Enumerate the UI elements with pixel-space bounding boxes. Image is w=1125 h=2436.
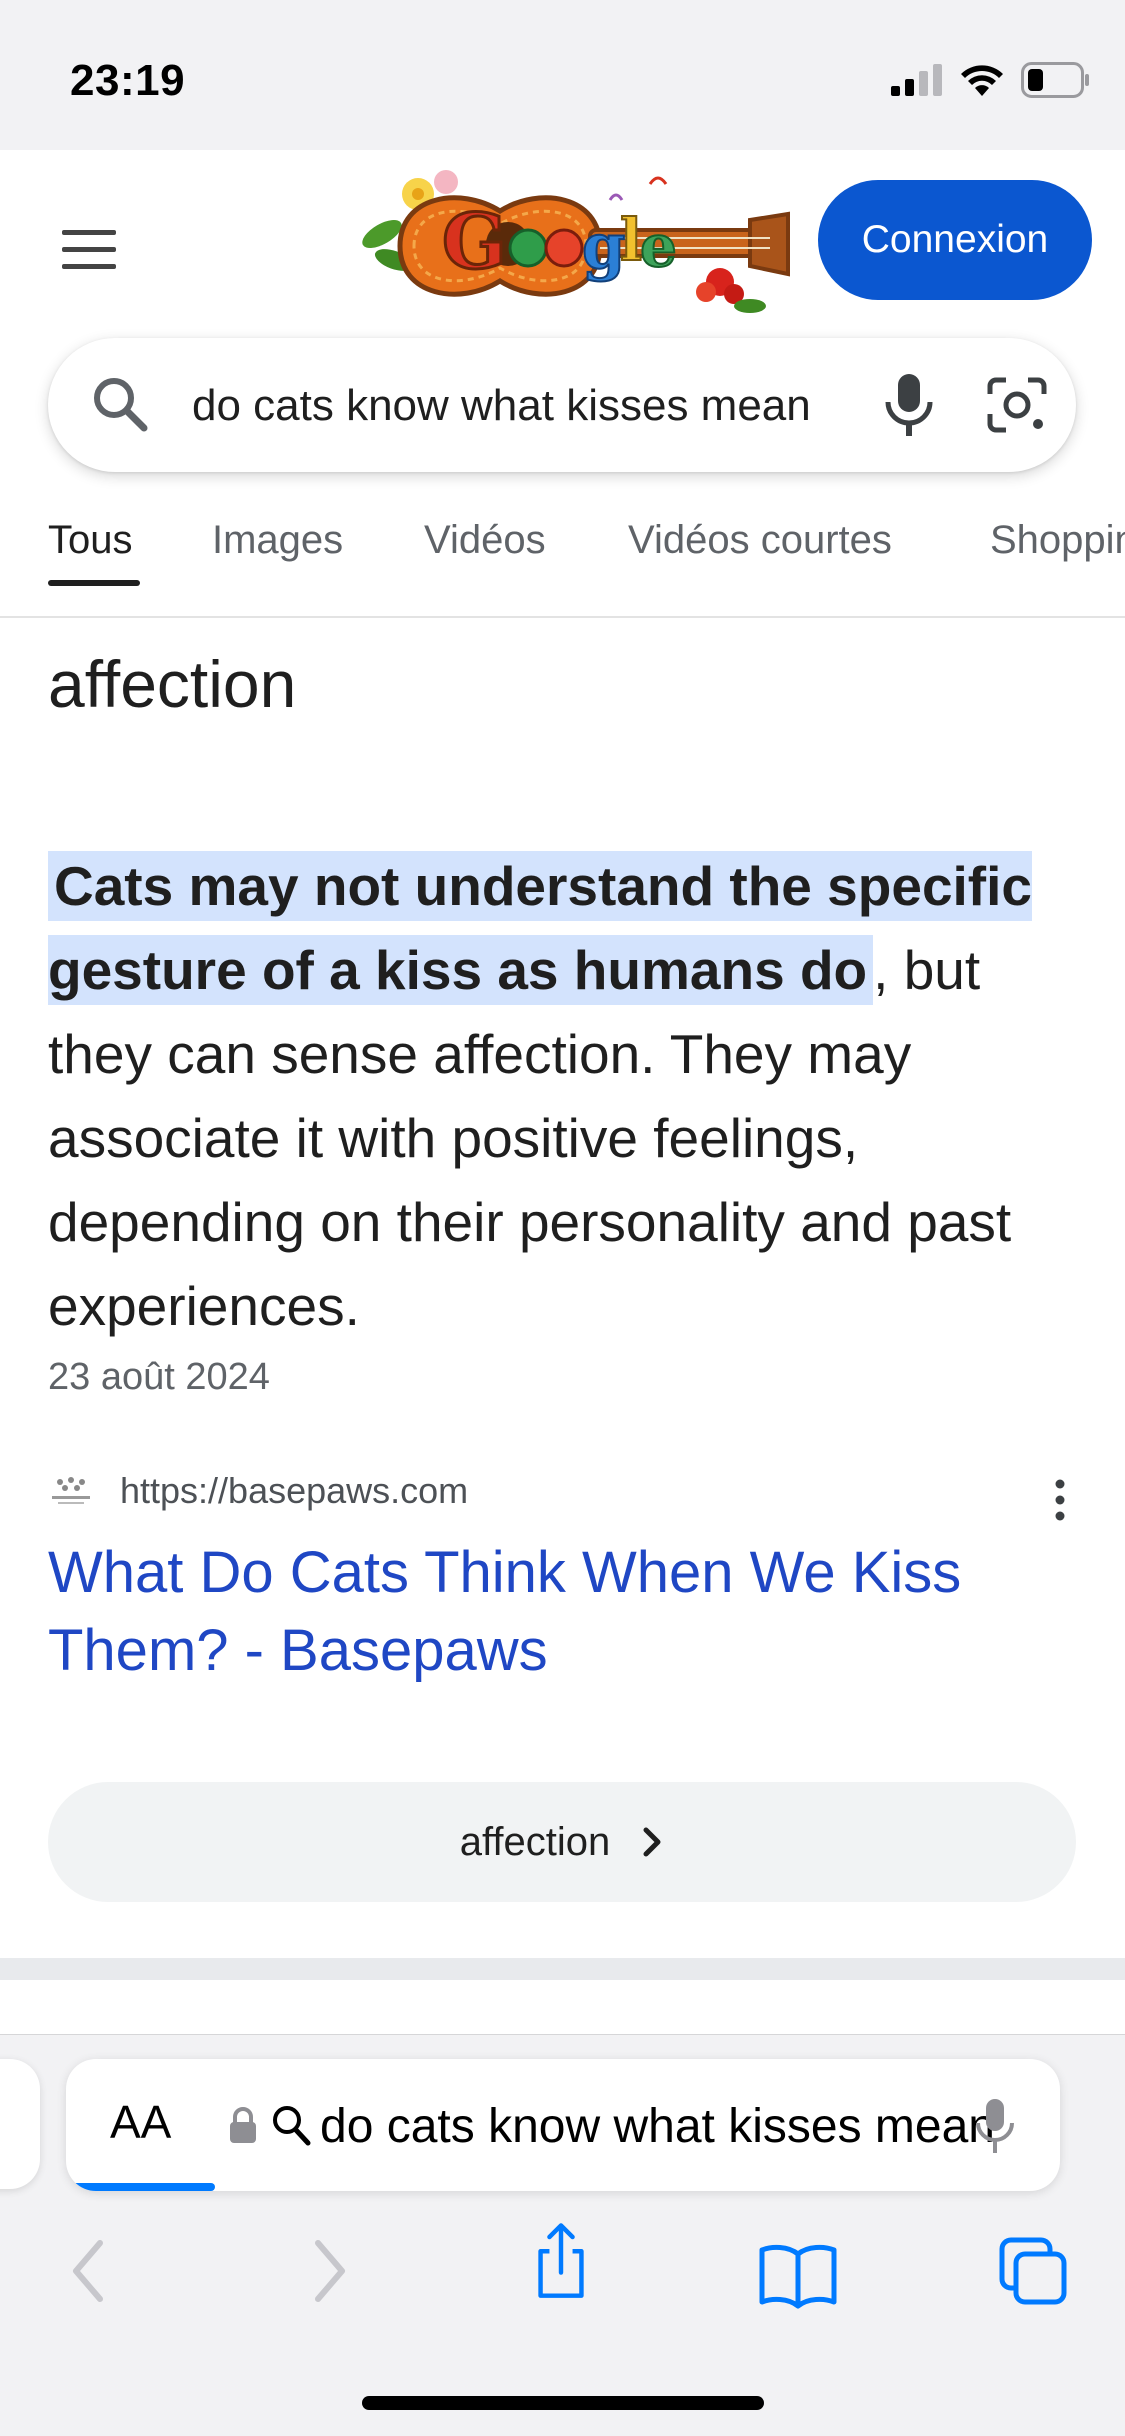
search-button[interactable] [88, 372, 154, 438]
status-bar: 23:19 [0, 0, 1125, 150]
back-icon[interactable] [64, 2231, 114, 2311]
menu-icon [62, 230, 116, 269]
search-input[interactable]: do cats know what kisses mean [192, 378, 838, 434]
google-lens-icon [987, 377, 1047, 433]
chip-label: affection [459, 1819, 611, 1864]
search-box[interactable]: do cats know what kisses mean [48, 338, 1076, 472]
section-divider [0, 1958, 1125, 1980]
active-tab-indicator [48, 580, 140, 586]
home-indicator [362, 2396, 764, 2410]
site-favicon [48, 1474, 94, 1508]
safari-address-bar[interactable]: AA do cats know what kisses mean [66, 2059, 1060, 2191]
source-url[interactable]: https://basepaws.com [120, 1470, 468, 1512]
menu-button[interactable] [50, 216, 130, 286]
basepaws-logo-icon [52, 1477, 90, 1504]
result-title-link[interactable]: What Do Cats Think When We Kiss Them? - … [48, 1534, 1088, 1690]
aa-label: AA [110, 2096, 172, 2148]
tab-tous[interactable]: Tous [48, 518, 133, 563]
result-options-button[interactable] [1040, 1476, 1080, 1526]
address-text[interactable]: do cats know what kisses mean [320, 2099, 994, 2155]
voice-search-button[interactable] [874, 368, 944, 442]
battery-icon [1021, 62, 1089, 98]
snippet-date: 23 août 2024 [48, 1356, 270, 1398]
safari-toolbar: AA do cats know what kisses mean [0, 2034, 1125, 2436]
snippet-heading: affection [48, 647, 297, 721]
forward-icon[interactable] [304, 2231, 354, 2311]
mic-icon [885, 374, 933, 436]
wifi-icon [961, 65, 1003, 96]
tab-videos[interactable]: Vidéos [424, 518, 546, 563]
cellular-signal-icon [891, 64, 942, 96]
page-load-progress [66, 2183, 216, 2191]
svg-text:g: g [582, 210, 625, 283]
status-icons [891, 60, 1091, 100]
tab-shopping[interactable]: Shopping [990, 518, 1125, 563]
tabs-icon[interactable] [996, 2231, 1070, 2311]
address-mic-icon[interactable] [970, 2095, 1020, 2159]
google-doodle-logo[interactable]: G g l e [350, 156, 790, 326]
status-time: 23:19 [70, 56, 186, 105]
page-settings-button[interactable]: AA [110, 2095, 171, 2149]
search-icon [94, 378, 148, 432]
signin-button[interactable]: Connexion [818, 180, 1092, 300]
svg-text:e: e [640, 212, 677, 280]
address-search-icon [273, 2106, 311, 2146]
google-lens-button[interactable] [982, 372, 1052, 438]
tab-videos-courtes[interactable]: Vidéos courtes [628, 518, 892, 563]
lock-icon [230, 2107, 256, 2143]
share-icon[interactable] [526, 2221, 596, 2301]
svg-text:l: l [620, 206, 642, 274]
svg-text:G: G [442, 197, 507, 286]
previous-tab-peek[interactable] [0, 2059, 40, 2189]
tab-images[interactable]: Images [212, 518, 343, 563]
bookmarks-icon[interactable] [756, 2235, 840, 2315]
featured-snippet-text: Cats may not understand the specific ges… [48, 844, 1088, 1348]
ukulele-doodle-icon: G g l e [362, 170, 790, 313]
google-header: G g l e Connexion [0, 150, 1125, 330]
related-topic-chip[interactable]: affection [48, 1782, 1076, 1902]
chevron-right-icon [643, 1827, 661, 1857]
more-vert-icon [1055, 1479, 1065, 1521]
search-tabs: Tous Images Vidéos Vidéos courtes Shoppi… [0, 500, 1125, 618]
